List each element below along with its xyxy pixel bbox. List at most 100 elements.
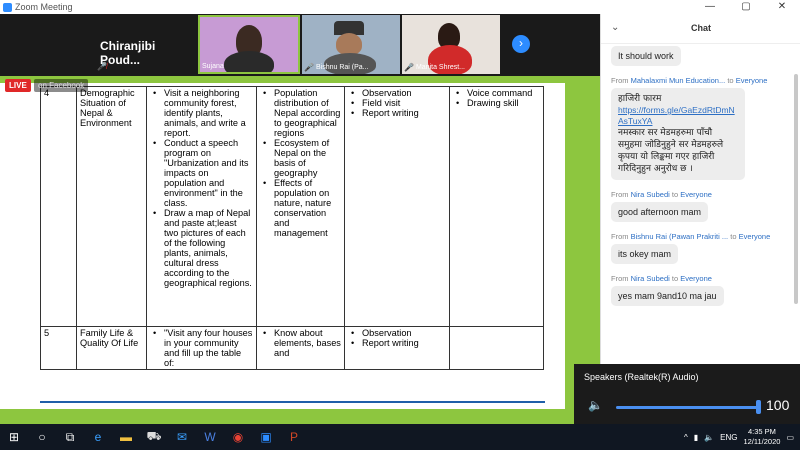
participant-tile-sujana[interactable]: Sujana: [198, 15, 300, 74]
taskbar-clock[interactable]: 4:35 PM 12/11/2020: [743, 427, 780, 447]
word-icon[interactable]: W: [196, 424, 224, 450]
list-item: Report writing: [348, 338, 446, 348]
notifications-icon[interactable]: ▭: [786, 433, 794, 442]
participant-label: 🎤 Manita Shrest...: [404, 63, 465, 72]
speaker-tray-icon[interactable]: 🔈: [704, 433, 714, 442]
skills-cell: [449, 326, 544, 370]
audio-device-label[interactable]: Speakers (Realtek(R) Audio): [584, 372, 699, 382]
sender-name: Bishnu Rai (Pawan Prakriti ...: [630, 232, 729, 241]
windows-taskbar: ⊞ ○ ⧉ e ▬ ⛟ ✉ W ◉ ▣ P ^ ▮ 🔈 ENG 4:35 PM …: [0, 424, 800, 450]
chat-message: From Bishnu Rai (Pawan Prakriti ... to E…: [611, 232, 791, 274]
content-cell: Population distribution of Nepal accordi…: [256, 86, 345, 327]
participant-tile-bishnu[interactable]: 🎤 Bishnu Rai (Pa...: [302, 15, 400, 74]
row-number: 5: [40, 326, 77, 370]
mail-icon[interactable]: ✉: [168, 424, 196, 450]
window-controls: — ▢ ✕: [692, 0, 800, 14]
participant-name: Manita Shrest...: [415, 64, 465, 71]
table-row: 5 Family Life & Quality Of Life "Visit a…: [40, 326, 544, 370]
chat-message: From Nira Subedi to Everyone yes mam 9an…: [611, 274, 791, 316]
activities-cell: "Visit any four houses in your community…: [146, 326, 257, 370]
windows-start-icon[interactable]: ⊞: [0, 424, 28, 450]
video-strip: Chiranjibi Poud... 🎤̸ Sujana 🎤 Bishnu Rai…: [0, 14, 600, 76]
content-cell: Know about elements, bases and: [256, 326, 345, 370]
maximize-button[interactable]: ▢: [728, 0, 764, 14]
list-item: Report writing: [348, 108, 446, 118]
recipient-name: Everyone: [738, 232, 771, 241]
clock-date: 12/11/2020: [743, 437, 781, 446]
close-button[interactable]: ✕: [764, 0, 800, 14]
zoom-icon[interactable]: ▣: [252, 424, 280, 450]
participant-video-body: [224, 51, 274, 72]
search-icon[interactable]: ○: [28, 424, 56, 450]
sender-name: Nira Subedi: [630, 190, 670, 199]
chat-message: It should work: [611, 46, 791, 76]
volume-value: 100: [766, 397, 790, 413]
speaker-icon[interactable]: 🔈: [588, 398, 603, 412]
list-item: Observation: [348, 88, 446, 98]
volume-slider[interactable]: [616, 406, 758, 409]
participant-tile-manita[interactable]: 🎤 Manita Shrest...: [402, 15, 500, 74]
table-row: 4 Demographic Situation of Nepal & Envir…: [40, 86, 544, 327]
participant-video: [336, 33, 362, 55]
list-item: Observation: [348, 328, 446, 338]
powerpoint-icon[interactable]: P: [280, 424, 308, 450]
topic-cell: Demographic Situation of Nepal & Environ…: [76, 86, 147, 327]
edge-icon[interactable]: e: [84, 424, 112, 450]
sender-name: Mahalaxmi Mun Education...: [630, 76, 726, 85]
minimize-button[interactable]: —: [692, 0, 728, 14]
skills-cell: Voice command Drawing skill: [449, 86, 544, 327]
row-number: 4: [40, 86, 77, 327]
activities-cell: Visit a neighboring community forest, id…: [146, 86, 257, 327]
participant-tile-chiranjibi[interactable]: Chiranjibi Poud... 🎤̸: [0, 15, 197, 74]
recipient-name: Everyone: [680, 190, 712, 199]
methods-cell: Observation Report writing: [344, 326, 450, 370]
chat-scrollbar[interactable]: [794, 74, 798, 304]
list-item: Field visit: [348, 98, 446, 108]
chat-bubble: It should work: [611, 46, 681, 66]
network-icon[interactable]: ▮: [694, 433, 698, 442]
notification-chevron-icon[interactable]: ^: [684, 433, 688, 442]
slide-footer-line: [40, 401, 545, 403]
language-indicator[interactable]: ENG: [720, 433, 737, 442]
participant-name: Chiranjibi Poud...: [100, 39, 156, 67]
participant-label: Sujana: [202, 63, 224, 70]
list-item: Drawing skill: [453, 98, 540, 108]
participant-name: Bishnu Rai (Pa...: [315, 64, 369, 71]
to-label: to: [727, 76, 734, 85]
volume-slider-thumb[interactable]: [756, 400, 761, 414]
chat-panel: ⌄ Chat It should work From Mahalaxmi Mun…: [600, 14, 800, 424]
chat-bubble: yes mam 9and10 ma jau: [611, 286, 724, 306]
list-item: "Visit any four houses in your community…: [150, 328, 253, 368]
sender-name: Nira Subedi: [630, 274, 670, 283]
chat-message: From Mahalaxmi Mun Education... to Every…: [611, 76, 791, 190]
methods-cell: Observation Field visit Report writing: [344, 86, 450, 327]
next-participants-button[interactable]: ›: [512, 35, 530, 53]
zoom-app-icon: [3, 2, 12, 12]
file-explorer-icon[interactable]: ▬: [112, 424, 140, 450]
store-icon[interactable]: ⛟: [140, 424, 168, 450]
chat-title: Chat: [691, 23, 711, 33]
facebook-live-label: on Facebook: [34, 79, 89, 92]
list-item: Draw a map of Nepal and paste at;least t…: [150, 208, 253, 288]
task-view-icon[interactable]: ⧉: [56, 424, 84, 450]
to-label: to: [730, 232, 737, 241]
to-label: to: [671, 274, 679, 283]
message-line: हाजिरी फारम: [618, 94, 662, 104]
chat-header: ⌄ Chat: [601, 14, 800, 44]
chat-sender: From Nira Subedi to Everyone: [611, 274, 712, 283]
form-link[interactable]: https://forms.gle/GaEzdRtDmNAsTuxYA: [618, 105, 738, 127]
chat-message: From Nira Subedi to Everyone good aftern…: [611, 190, 791, 232]
meeting-area: Chiranjibi Poud... 🎤̸ Sujana 🎤 Bishnu Rai…: [0, 14, 600, 424]
to-label: to: [671, 190, 679, 199]
system-tray: ^ ▮ 🔈 ENG 4:35 PM 12/11/2020 ▭: [684, 424, 800, 450]
chat-bubble: हाजिरी फारम https://forms.gle/GaEzdRtDmN…: [611, 88, 745, 180]
window-titlebar: Zoom Meeting — ▢ ✕: [0, 0, 800, 14]
list-item: Effects of population on nature, nature …: [260, 178, 341, 238]
chrome-icon[interactable]: ◉: [224, 424, 252, 450]
chat-sender: From Mahalaxmi Mun Education... to Every…: [611, 76, 768, 85]
chat-bubble: its okey mam: [611, 244, 679, 264]
recipient-name: Everyone: [735, 76, 768, 85]
recipient-name: Everyone: [680, 274, 712, 283]
live-badge[interactable]: LIVE: [5, 79, 31, 92]
screen-share-area: 4 Demographic Situation of Nepal & Envir…: [0, 76, 600, 424]
